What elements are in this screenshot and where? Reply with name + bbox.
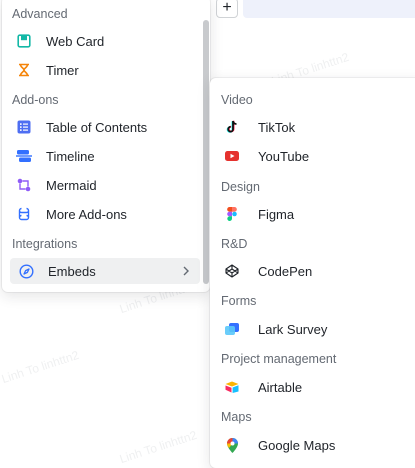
menu-item-figma[interactable]: Figma <box>224 201 414 227</box>
group-title-video: Video <box>221 93 253 107</box>
group-title-maps: Maps <box>221 410 252 424</box>
menu-item-label: Mermaid <box>46 177 97 193</box>
menu-item-airtable[interactable]: Airtable <box>224 374 414 400</box>
menu-item-embeds[interactable]: Embeds <box>10 258 200 284</box>
menu-item-timer[interactable]: Timer <box>16 57 196 83</box>
menu-item-label: Airtable <box>258 379 303 395</box>
more-addons-icon <box>16 206 32 222</box>
menu-item-label: Embeds <box>48 263 96 279</box>
scrollbar[interactable] <box>203 20 209 284</box>
menu-item-label: More Add-ons <box>46 206 127 222</box>
menu-item-label: TikTok <box>258 119 296 135</box>
watermark: Linh To linhttn2 <box>117 427 199 467</box>
doc-block-placeholder[interactable] <box>243 0 415 18</box>
menu-item-mermaid[interactable]: Mermaid <box>16 172 196 198</box>
menu-item-label: Web Card <box>46 33 105 49</box>
airtable-icon <box>224 379 240 395</box>
menu-item-codepen[interactable]: CodePen <box>224 258 414 284</box>
watermark: Linh To linhttn2 <box>0 347 81 387</box>
group-title-advanced: Advanced <box>12 7 68 21</box>
menu-item-youtube[interactable]: YouTube <box>224 143 414 169</box>
group-title-integrations: Integrations <box>12 237 78 251</box>
codepen-icon <box>224 263 240 279</box>
menu-item-label: Lark Survey <box>258 321 328 337</box>
google-maps-icon <box>224 437 240 453</box>
menu-item-tiktok[interactable]: TikTok <box>224 114 414 140</box>
embeds-submenu: Video TikTok YouTube Design Figma R&D Co… <box>210 78 415 468</box>
compass-icon <box>18 263 34 279</box>
menu-item-lark-survey[interactable]: Lark Survey <box>224 316 414 342</box>
group-title-forms: Forms <box>221 294 257 308</box>
menu-item-table-of-contents[interactable]: Table of Contents <box>16 114 196 140</box>
chevron-right-icon <box>182 265 190 280</box>
timeline-icon <box>16 148 32 164</box>
lark-survey-icon <box>224 321 240 337</box>
menu-item-label: Google Maps <box>258 437 336 453</box>
group-title-add-ons: Add-ons <box>12 93 59 107</box>
group-title-rnd: R&D <box>221 237 248 251</box>
menu-item-timeline[interactable]: Timeline <box>16 143 196 169</box>
menu-item-web-card[interactable]: Web Card <box>16 28 196 54</box>
group-title-design: Design <box>221 180 260 194</box>
web-card-icon <box>16 33 32 49</box>
add-block-button[interactable]: + <box>216 0 238 18</box>
menu-item-label: Table of Contents <box>46 119 148 135</box>
menu-item-label: Timeline <box>46 148 95 164</box>
menu-item-label: CodePen <box>258 263 313 279</box>
youtube-icon <box>224 148 240 164</box>
menu-item-more-add-ons[interactable]: More Add-ons <box>16 201 196 227</box>
mermaid-icon <box>16 177 32 193</box>
table-of-contents-icon <box>16 119 32 135</box>
menu-item-label: Timer <box>46 62 79 78</box>
menu-item-label: Figma <box>258 206 295 222</box>
insert-block-menu: Advanced Web Card Timer Add-ons Table of… <box>2 0 210 292</box>
figma-icon <box>224 206 240 222</box>
menu-item-google-maps[interactable]: Google Maps <box>224 432 414 458</box>
timer-icon <box>16 62 32 78</box>
menu-item-label: YouTube <box>258 148 310 164</box>
tiktok-icon <box>224 119 240 135</box>
group-title-project-management: Project management <box>221 352 337 366</box>
